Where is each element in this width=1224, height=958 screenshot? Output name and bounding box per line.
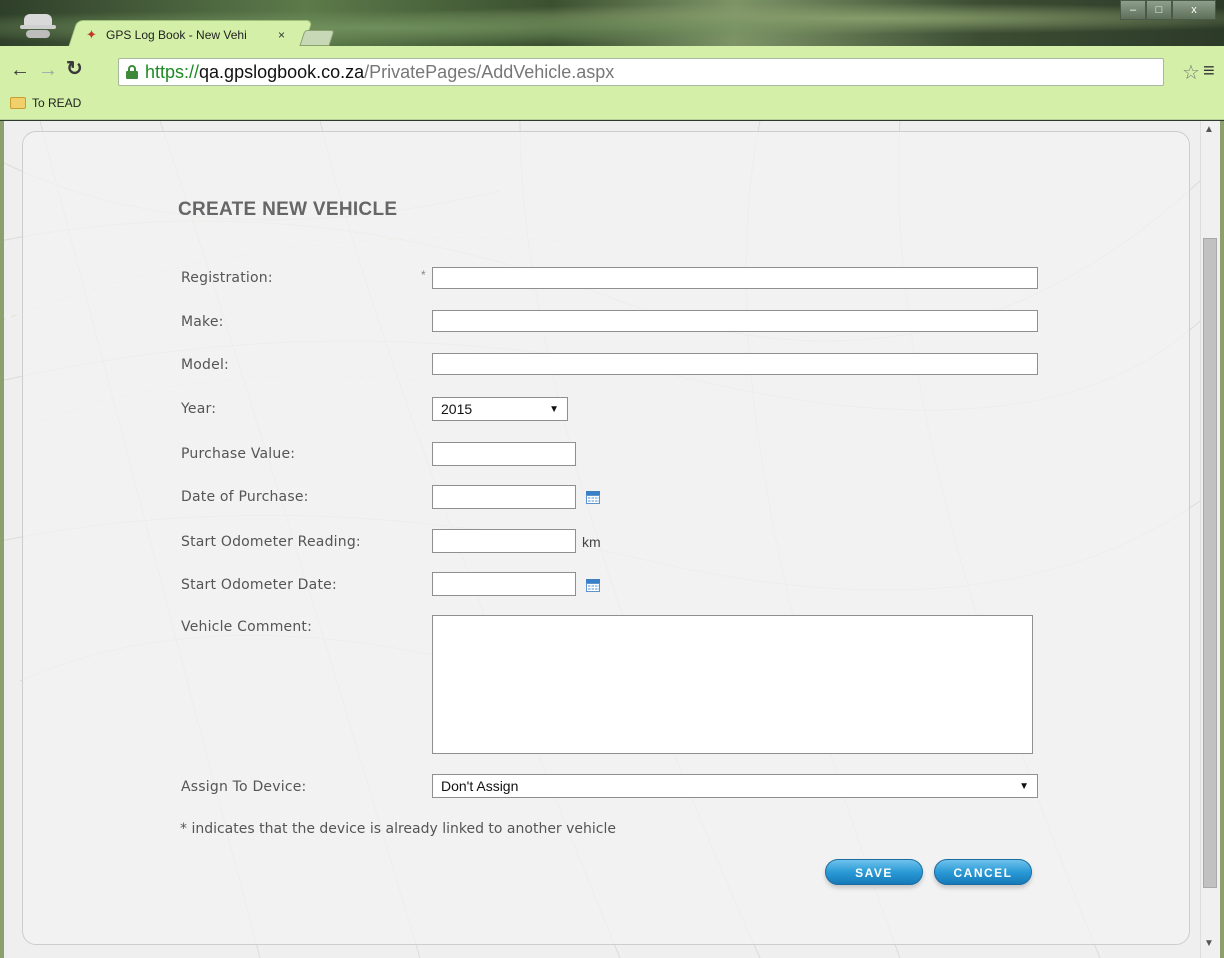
- scrollbar-thumb[interactable]: [1203, 238, 1217, 888]
- minimize-button[interactable]: –: [1120, 0, 1146, 20]
- start-odometer-reading-input[interactable]: [432, 529, 576, 553]
- arrow-right-icon: →: [38, 59, 58, 81]
- purchase-value-input[interactable]: [432, 442, 576, 466]
- year-select[interactable]: 2015 ▼: [432, 397, 568, 421]
- year-select-value: 2015: [441, 401, 473, 417]
- start-odometer-date-label: Start Odometer Date:: [181, 577, 337, 593]
- back-button[interactable]: ←: [10, 60, 30, 80]
- calendar-icon[interactable]: [586, 579, 600, 592]
- registration-input[interactable]: [432, 267, 1038, 289]
- forward-button[interactable]: →: [38, 60, 58, 80]
- url-text: https://qa.gpslogbook.co.za/PrivatePages…: [145, 61, 615, 82]
- device-linked-note: * indicates that the device is already l…: [180, 821, 616, 837]
- window-title-bar: ✦ GPS Log Book - New Vehi × – □ x: [0, 0, 1224, 50]
- purchase-value-label: Purchase Value:: [181, 446, 296, 462]
- tab-close-icon[interactable]: ×: [278, 28, 285, 42]
- cancel-button[interactable]: CANCEL: [934, 859, 1032, 885]
- model-input[interactable]: [432, 353, 1038, 375]
- reload-icon: ↻: [66, 58, 83, 80]
- dropdown-arrow-icon: ▼: [549, 403, 559, 415]
- new-tab-button[interactable]: [299, 30, 335, 46]
- model-label: Model:: [181, 357, 229, 373]
- required-marker: *: [421, 268, 426, 282]
- arrow-left-icon: ←: [10, 59, 30, 81]
- window-frame-right: [1220, 121, 1224, 958]
- bookmark-to-read[interactable]: To READ: [10, 96, 81, 110]
- make-label: Make:: [181, 314, 224, 330]
- browser-tab-content[interactable]: ✦ GPS Log Book - New Vehi ×: [84, 24, 304, 46]
- dropdown-arrow-icon: ▼: [1019, 780, 1029, 792]
- start-odometer-reading-label: Start Odometer Reading:: [181, 534, 361, 550]
- window-frame-left: [0, 121, 4, 958]
- tab-title: GPS Log Book - New Vehi: [106, 28, 247, 42]
- scroll-down-arrow-icon[interactable]: ▼: [1204, 938, 1214, 949]
- start-odometer-date-input[interactable]: [432, 572, 576, 596]
- date-of-purchase-label: Date of Purchase:: [181, 489, 309, 505]
- save-button[interactable]: SAVE: [825, 859, 923, 885]
- bookmark-label: To READ: [32, 96, 82, 110]
- incognito-icon: [20, 14, 56, 40]
- vehicle-comment-label: Vehicle Comment:: [181, 619, 313, 635]
- close-window-button[interactable]: x: [1172, 0, 1216, 20]
- assign-device-label: Assign To Device:: [181, 779, 307, 795]
- hamburger-menu-icon[interactable]: ≡: [1203, 60, 1215, 83]
- year-label: Year:: [181, 401, 217, 417]
- star-icon[interactable]: ☆: [1182, 60, 1200, 85]
- scroll-up-arrow-icon[interactable]: ▲: [1204, 124, 1214, 135]
- page-title: CREATE NEW VEHICLE: [178, 199, 398, 220]
- calendar-icon[interactable]: [586, 491, 600, 504]
- vehicle-comment-textarea[interactable]: [432, 615, 1033, 754]
- reload-button[interactable]: ↻: [66, 59, 83, 79]
- make-input[interactable]: [432, 310, 1038, 332]
- address-bar[interactable]: https://qa.gpslogbook.co.za/PrivatePages…: [118, 58, 1164, 86]
- assign-device-select[interactable]: Don't Assign ▼: [432, 774, 1038, 798]
- bookmarks-bar: [0, 90, 1224, 120]
- folder-icon: [10, 97, 26, 109]
- assign-device-select-value: Don't Assign: [441, 778, 519, 794]
- date-of-purchase-input[interactable]: [432, 485, 576, 509]
- maximize-button[interactable]: □: [1146, 0, 1172, 20]
- lock-icon: [125, 65, 139, 79]
- odometer-unit: km: [582, 534, 601, 550]
- gps-favicon-icon: ✦: [86, 27, 97, 42]
- registration-label: Registration:: [181, 270, 273, 286]
- window-controls: – □ x: [1120, 0, 1216, 20]
